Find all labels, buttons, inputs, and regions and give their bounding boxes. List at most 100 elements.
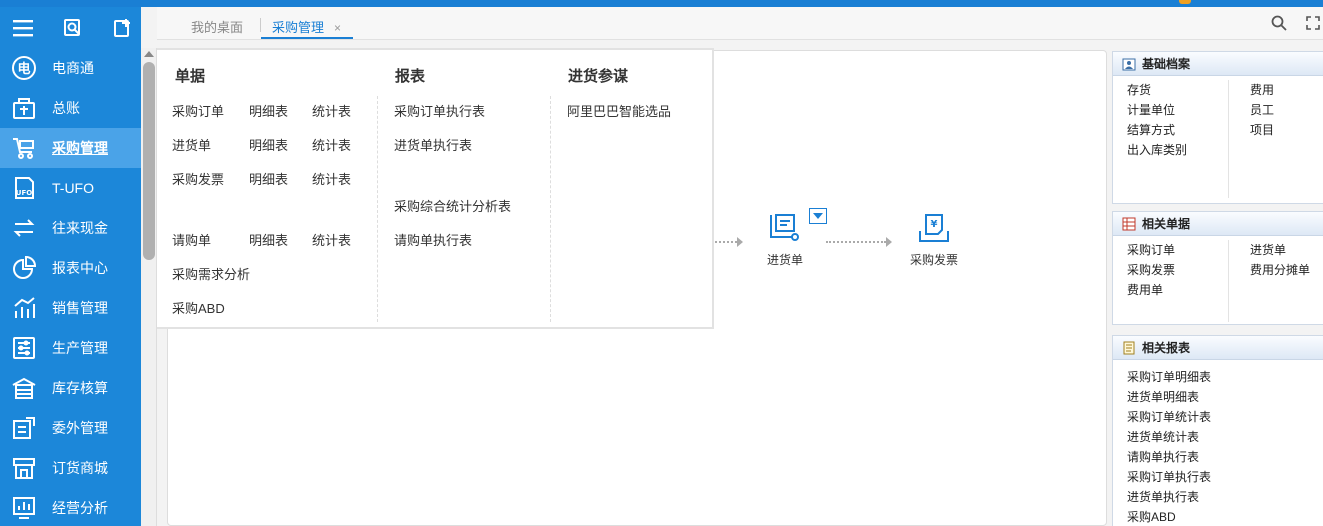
menu-item-purchase-abd[interactable]: 采购ABD xyxy=(172,298,225,317)
sidebar-item-label: 订货商城 xyxy=(52,460,108,476)
search-doc-icon[interactable] xyxy=(62,17,84,39)
sidebar-item-production[interactable]: 生产管理 xyxy=(0,328,141,368)
search-icon[interactable] xyxy=(1269,13,1289,33)
link-report[interactable]: 请购单执行表 xyxy=(1127,448,1199,465)
panel-related-reports: 相关报表 采购订单明细表 进货单明细表 采购订单统计表 进货单统计表 请购单执行… xyxy=(1112,335,1323,526)
svg-text:¥: ¥ xyxy=(931,219,938,230)
menu-item-requisition[interactable]: 请购单 xyxy=(172,230,211,249)
sidebar-item-sales[interactable]: 销售管理 xyxy=(0,288,141,328)
ledger-icon xyxy=(11,95,37,121)
menu-item-gr-execution[interactable]: 进货单执行表 xyxy=(394,135,472,154)
sidebar-item-store[interactable]: 订货商城 xyxy=(0,448,141,488)
link-report[interactable]: 进货单明细表 xyxy=(1127,388,1199,405)
svg-text:电: 电 xyxy=(17,61,30,77)
menu-item-inv-stat[interactable]: 统计表 xyxy=(312,169,351,188)
menu-icon[interactable] xyxy=(12,17,34,39)
panel-title: 相关单据 xyxy=(1142,217,1191,231)
flow-dropdown-button[interactable] xyxy=(809,208,827,224)
cart-icon xyxy=(11,135,37,161)
panel-title: 相关报表 xyxy=(1142,341,1191,355)
sidebar-item-label: 销售管理 xyxy=(52,300,108,316)
link-report[interactable]: 进货单统计表 xyxy=(1127,428,1199,445)
sidebar-item-ledger[interactable]: 总账 xyxy=(0,88,141,128)
link-purchase-order[interactable]: 采购订单 xyxy=(1127,241,1175,258)
menu-item-req-stat[interactable]: 统计表 xyxy=(312,230,351,249)
menu-item-po-stat[interactable]: 统计表 xyxy=(312,101,351,120)
link-io-category[interactable]: 出入库类别 xyxy=(1127,141,1187,158)
sidebar-item-label: 电商通 xyxy=(52,60,94,76)
sidebar-item-purchase[interactable]: 采购管理 xyxy=(0,128,149,168)
menu-item-goods-receipt[interactable]: 进货单 xyxy=(172,135,211,154)
menu-item-gr-detail[interactable]: 明细表 xyxy=(249,135,288,154)
dropdown-arrow-icon xyxy=(813,213,823,219)
menu-item-po-detail[interactable]: 明细表 xyxy=(249,101,288,120)
sidebar-item-reports[interactable]: 报表中心 xyxy=(0,248,141,288)
close-icon[interactable]: × xyxy=(334,21,341,35)
analysis-icon xyxy=(11,495,37,521)
sidebar-item-label: 总账 xyxy=(52,100,80,116)
fullscreen-icon[interactable] xyxy=(1303,13,1323,33)
menu-item-inv-detail[interactable]: 明细表 xyxy=(249,169,288,188)
menu-item-purchase-invoice[interactable]: 采购发票 xyxy=(172,169,224,188)
flow-node-purchase-invoice[interactable]: ¥ 采购发票 xyxy=(906,210,962,268)
sidebar-item-analysis[interactable]: 经营分析 xyxy=(0,488,141,526)
sidebar-item-inventory[interactable]: 库存核算 xyxy=(0,368,141,408)
top-bar xyxy=(0,0,1323,7)
menu-item-demand-analysis[interactable]: 采购需求分析 xyxy=(172,264,250,283)
link-purchase-invoice[interactable]: 采购发票 xyxy=(1127,261,1175,278)
link-report[interactable]: 采购订单明细表 xyxy=(1127,368,1211,385)
flow-node-goods-receipt[interactable]: 进货单 xyxy=(760,210,810,268)
invoice-icon: ¥ xyxy=(919,214,949,242)
panel-related-documents: 相关单据 采购订单 采购发票 费用单 进货单 费用分摊单 xyxy=(1112,211,1323,325)
link-inventory[interactable]: 存货 xyxy=(1127,81,1151,98)
link-project[interactable]: 项目 xyxy=(1250,121,1274,138)
sidebar: 电 电商通 总账 采购管理 UFO T-UFO 往来现金 报表中心 销售管理 生… xyxy=(0,7,149,526)
menu-item-req-execution[interactable]: 请购单执行表 xyxy=(394,230,472,249)
tab-purchase[interactable]: 采购管理 × xyxy=(261,17,354,39)
flow-arrow xyxy=(715,237,743,247)
add-doc-icon[interactable] xyxy=(112,17,134,39)
link-expense-doc[interactable]: 费用单 xyxy=(1127,281,1163,298)
menu-divider xyxy=(377,96,378,322)
menu-heading-reports: 报表 xyxy=(395,68,426,85)
link-report[interactable]: 采购订单统计表 xyxy=(1127,408,1211,425)
menu-item-gr-stat[interactable]: 统计表 xyxy=(312,135,351,154)
link-unit[interactable]: 计量单位 xyxy=(1127,101,1175,118)
link-expense[interactable]: 费用 xyxy=(1250,81,1274,98)
link-goods-receipt[interactable]: 进货单 xyxy=(1250,241,1286,258)
archive-icon xyxy=(1122,58,1136,70)
menu-item-req-detail[interactable]: 明细表 xyxy=(249,230,288,249)
brand-mark xyxy=(1179,0,1191,4)
sidebar-item-label: 库存核算 xyxy=(52,380,108,396)
sidebar-item-ecommerce[interactable]: 电 电商通 xyxy=(0,48,141,88)
sales-chart-icon xyxy=(11,295,37,321)
menu-divider xyxy=(550,96,551,322)
flow-node-label: 采购发票 xyxy=(909,253,958,267)
sidebar-item-cash[interactable]: 往来现金 xyxy=(0,208,141,248)
link-settlement[interactable]: 结算方式 xyxy=(1127,121,1175,138)
panel-basic-archives: 基础档案 存货 计量单位 结算方式 出入库类别 费用 员工 项目 xyxy=(1112,51,1323,204)
sidebar-item-label: 报表中心 xyxy=(52,260,108,276)
menu-item-po-execution[interactable]: 采购订单执行表 xyxy=(394,101,485,120)
flow-arrow xyxy=(826,237,892,247)
link-expense-allocation[interactable]: 费用分摊单 xyxy=(1250,261,1310,278)
link-report[interactable]: 采购ABD xyxy=(1127,508,1176,525)
sidebar-toolbar xyxy=(0,7,141,48)
sidebar-item-outsourcing[interactable]: 委外管理 xyxy=(0,408,141,448)
panel-title: 基础档案 xyxy=(1142,57,1191,71)
menu-item-alibaba-selection[interactable]: 阿里巴巴智能选品 xyxy=(567,101,671,120)
sidebar-item-tufo[interactable]: UFO T-UFO xyxy=(0,168,141,208)
menu-scrollbar[interactable] xyxy=(141,48,157,526)
scroll-thumb[interactable] xyxy=(143,62,155,260)
link-report[interactable]: 进货单执行表 xyxy=(1127,488,1199,505)
tab-desktop[interactable]: 我的桌面 xyxy=(191,17,243,39)
scroll-up-icon[interactable] xyxy=(144,51,154,57)
panel-divider xyxy=(1228,80,1229,198)
flow-node-label: 进货单 xyxy=(766,253,803,267)
link-report[interactable]: 采购订单执行表 xyxy=(1127,468,1211,485)
menu-heading-documents: 单据 xyxy=(175,68,206,85)
menu-item-summary-analysis[interactable]: 采购综合统计分析表 xyxy=(394,196,511,215)
menu-item-purchase-order[interactable]: 采购订单 xyxy=(172,101,224,120)
sidebar-item-label: T-UFO xyxy=(52,180,94,196)
link-employee[interactable]: 员工 xyxy=(1250,101,1274,118)
